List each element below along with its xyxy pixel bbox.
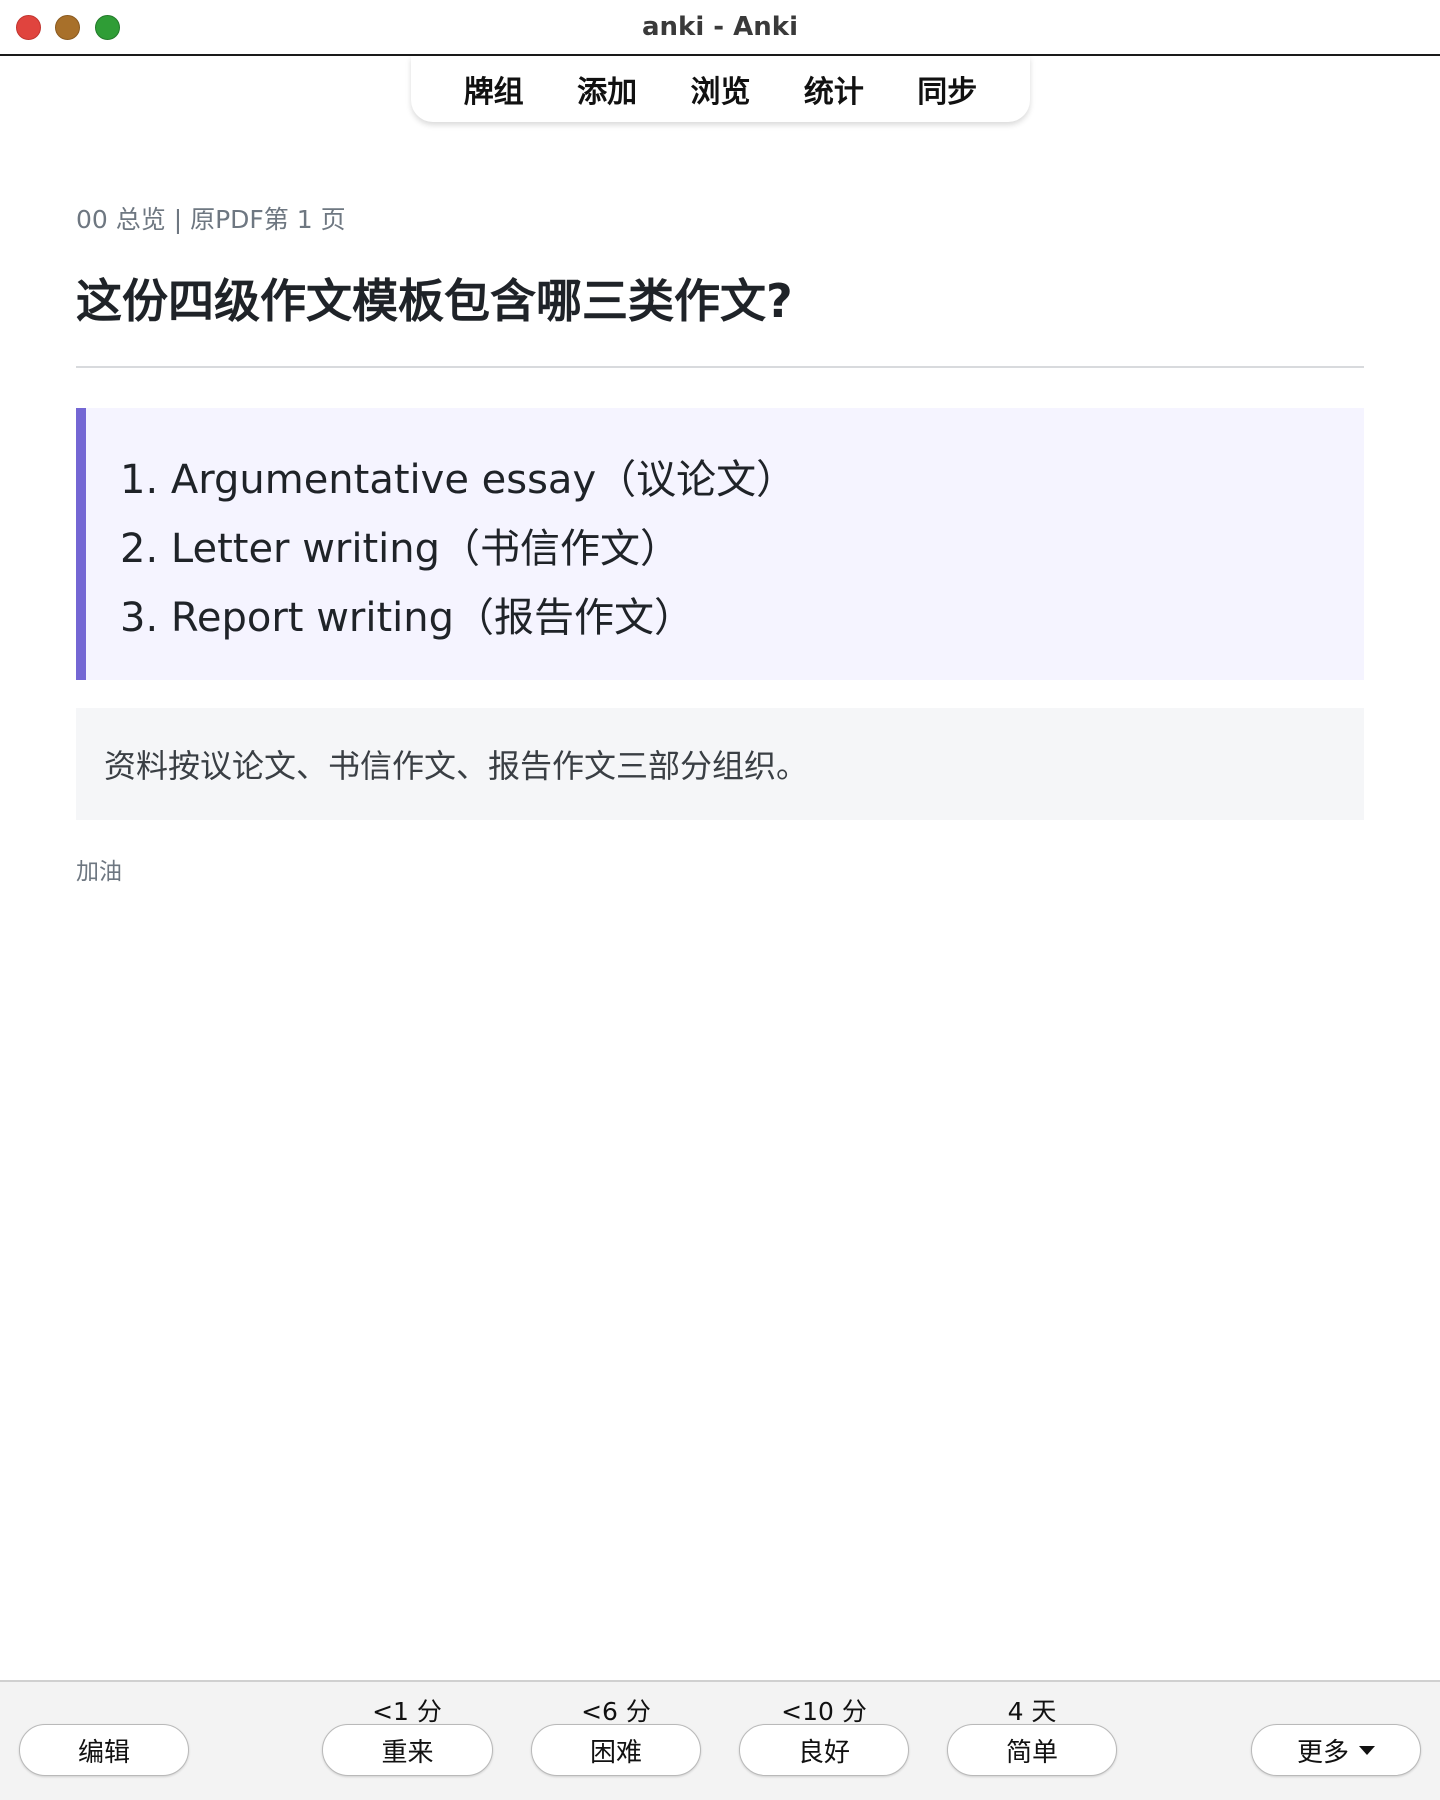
- nav-stats[interactable]: 统计: [792, 63, 876, 115]
- again-button-label: 重来: [381, 1737, 434, 1768]
- top-navigation: 牌组 添加 浏览 统计 同步: [411, 56, 1030, 122]
- again-interval: <1 分: [372, 1697, 442, 1726]
- answer-item: 1. Argumentative essay（议论文）: [120, 456, 797, 503]
- answer-box: 1. Argumentative essay（议论文） 2. Letter wr…: [76, 407, 1364, 680]
- more-button-label: 更多: [1296, 1737, 1349, 1768]
- good-button[interactable]: 良好: [739, 1724, 909, 1776]
- answer-item: 2. Letter writing（书信作文）: [120, 525, 681, 572]
- review-bottom-bar: 编辑 <1 分 重来 <6 分 困难 <10 分 良好 4 天 简单 更多: [0, 1680, 1440, 1800]
- window-title: anki - Anki: [642, 12, 798, 42]
- good-button-label: 良好: [797, 1737, 850, 1768]
- hard-interval: <6 分: [581, 1697, 651, 1726]
- again-button[interactable]: 重来: [322, 1724, 493, 1776]
- nav-decks[interactable]: 牌组: [452, 63, 536, 115]
- hard-button-label: 困难: [589, 1737, 642, 1768]
- anki-window: anki - Anki 牌组 添加 浏览 统计 同步 00 总览 | 原PDF第…: [0, 0, 1440, 1800]
- answer-divider: [76, 365, 1364, 368]
- more-button[interactable]: 更多: [1251, 1724, 1421, 1776]
- good-interval: <10 分: [781, 1697, 867, 1726]
- easy-button-label: 简单: [1005, 1737, 1058, 1768]
- hard-button[interactable]: 困难: [531, 1724, 701, 1776]
- card-question: 这份四级作文模板包含哪三类作文?: [76, 274, 793, 328]
- answer-item: 3. Report writing（报告作文）: [120, 594, 695, 641]
- nav-sync[interactable]: 同步: [905, 63, 989, 115]
- card-content: 00 总览 | 原PDF第 1 页 这份四级作文模板包含哪三类作文? 1. Ar…: [76, 200, 1364, 886]
- easy-button[interactable]: 简单: [947, 1724, 1117, 1776]
- nav-add[interactable]: 添加: [565, 63, 649, 115]
- note-box: 资料按议论文、书信作文、报告作文三部分组织。: [76, 707, 1364, 820]
- card-meta: 00 总览 | 原PDF第 1 页: [76, 205, 346, 234]
- card-tag: 加油: [76, 858, 122, 885]
- note-text: 资料按议论文、书信作文、报告作文三部分组织。: [104, 746, 809, 785]
- edit-button[interactable]: 编辑: [19, 1724, 189, 1776]
- edit-button-label: 编辑: [77, 1737, 130, 1768]
- easy-interval: 4 天: [1007, 1697, 1057, 1726]
- title-bar: anki - Anki: [0, 0, 1440, 56]
- nav-browse[interactable]: 浏览: [678, 63, 762, 115]
- caret-down-icon: [1359, 1745, 1375, 1755]
